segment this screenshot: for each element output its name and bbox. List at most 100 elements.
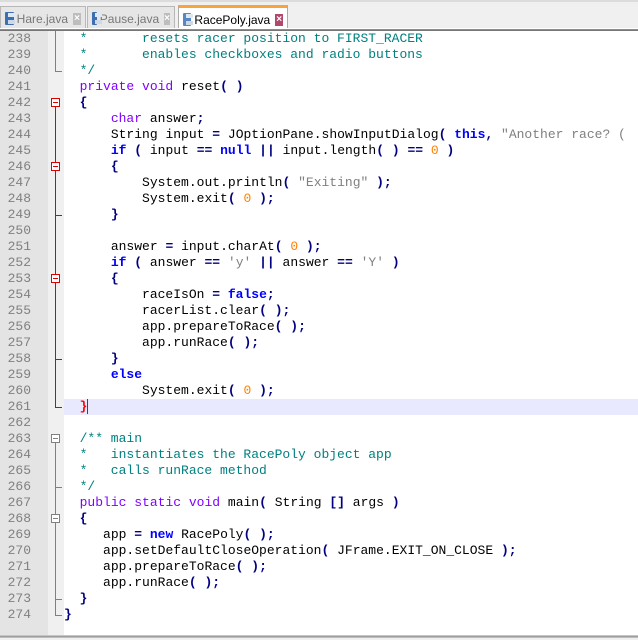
code-text: System.exit( 0 );: [142, 191, 275, 206]
code-text: {: [110, 159, 119, 174]
line-number: 262: [7, 415, 31, 430]
code-line[interactable]: 269 app = new RacePoly( );: [0, 527, 638, 543]
code-text: }: [79, 591, 88, 606]
code-line[interactable]: 265 * calls runRace method: [0, 463, 638, 479]
tab-bar: Hare.java × Pause.java × RacePoly.java ×: [0, 0, 638, 31]
code-line[interactable]: 243 char answer;: [0, 111, 638, 127]
code-line[interactable]: 240 */: [0, 63, 638, 79]
code-line[interactable]: 260 System.exit( 0 );: [0, 383, 638, 399]
fold-toggle-icon[interactable]: [51, 162, 60, 171]
code-line[interactable]: 247 System.out.println( "Exiting" );: [0, 175, 638, 191]
code-text: String input = JOptionPane.showInputDial…: [110, 127, 626, 142]
save-icon: [5, 12, 15, 25]
tab-label: Pause.java: [99, 11, 160, 26]
code-line[interactable]: 273 }: [0, 591, 638, 607]
tab-label: Hare.java: [16, 11, 69, 26]
fold-end-marker: [55, 359, 62, 360]
code-line[interactable]: 258 }: [0, 351, 638, 367]
code-line[interactable]: 246 {: [0, 159, 638, 175]
line-number: 247: [7, 175, 31, 190]
tab-pause-java[interactable]: Pause.java ×: [87, 6, 175, 30]
code-text: answer = input.charAt( 0 );: [110, 239, 322, 254]
code-text: private void reset( ): [79, 79, 244, 94]
code-line[interactable]: 274}: [0, 607, 638, 623]
code-text: if ( answer == 'y' || answer == 'Y' ): [110, 255, 400, 270]
fold-guide: [55, 31, 56, 71]
code-text: System.out.println( "Exiting" );: [142, 175, 392, 190]
editor-bottom-border: [0, 635, 638, 640]
code-line[interactable]: 239 * enables checkboxes and radio butto…: [0, 47, 638, 63]
code-text: else: [110, 367, 143, 382]
code-line[interactable]: 263 /** main: [0, 431, 638, 447]
fold-end-marker: [55, 599, 62, 600]
line-number: 253: [7, 271, 31, 286]
fold-toggle-icon[interactable]: [51, 98, 60, 107]
code-line[interactable]: 262: [0, 415, 638, 431]
fold-toggle-icon[interactable]: [51, 274, 60, 283]
code-line[interactable]: 264 * instantiates the RacePoly object a…: [0, 447, 638, 463]
code-text: /** main: [64, 431, 143, 446]
close-icon[interactable]: ×: [73, 12, 81, 25]
close-icon[interactable]: ×: [275, 13, 283, 26]
line-number: 265: [7, 463, 31, 478]
code-text: {: [79, 511, 88, 526]
line-number: 273: [7, 591, 31, 606]
code-line[interactable]: 268 {: [0, 511, 638, 527]
code-line[interactable]: 249 }: [0, 207, 638, 223]
code-text: System.exit( 0 );: [142, 383, 275, 398]
close-icon[interactable]: ×: [164, 12, 170, 25]
line-number: 272: [7, 575, 31, 590]
code-line[interactable]: 245 if ( input == null || input.length( …: [0, 143, 638, 159]
code-editor[interactable]: 238 * resets racer position to FIRST_RAC…: [0, 31, 638, 635]
line-number: 260: [7, 383, 31, 398]
fold-end-marker: [55, 215, 62, 216]
line-number: 249: [7, 207, 31, 222]
line-number: 271: [7, 559, 31, 574]
code-text: }: [64, 399, 638, 415]
code-line[interactable]: 272 app.runRace( );: [0, 575, 638, 591]
line-number: 242: [7, 95, 31, 110]
code-text: * enables checkboxes and radio buttons: [64, 47, 423, 62]
fold-toggle-icon[interactable]: [51, 434, 60, 443]
code-text: app.runRace( );: [103, 575, 221, 590]
code-line[interactable]: 252 if ( answer == 'y' || answer == 'Y' …: [0, 255, 638, 271]
code-line[interactable]: 270 app.setDefaultCloseOperation( JFrame…: [0, 543, 638, 559]
line-number: 264: [7, 447, 31, 462]
line-number: 241: [7, 79, 31, 94]
save-icon: [92, 12, 102, 25]
fold-toggle-icon[interactable]: [51, 514, 60, 523]
code-line[interactable]: 253 {: [0, 271, 638, 287]
fold-end-marker: [55, 487, 62, 488]
code-text: raceIsOn = false;: [142, 287, 275, 302]
code-line[interactable]: 251 answer = input.charAt( 0 );: [0, 239, 638, 255]
code-line[interactable]: 238 * resets racer position to FIRST_RAC…: [0, 31, 638, 47]
tab-label: RacePoly.java: [194, 12, 271, 27]
line-number: 251: [7, 239, 31, 254]
code-line[interactable]: 254 raceIsOn = false;: [0, 287, 638, 303]
code-line[interactable]: 241 private void reset( ): [0, 79, 638, 95]
code-text: app.prepareToRace( );: [142, 319, 306, 334]
tab-hare-java[interactable]: Hare.java ×: [0, 6, 86, 30]
code-line[interactable]: 256 app.prepareToRace( );: [0, 319, 638, 335]
line-number: 269: [7, 527, 31, 542]
code-text: if ( input == null || input.length( ) ==…: [110, 143, 455, 158]
code-line[interactable]: 250: [0, 223, 638, 239]
fold-end-marker: [55, 615, 62, 616]
code-line[interactable]: 248 System.exit( 0 );: [0, 191, 638, 207]
code-text: app.runRace( );: [142, 335, 260, 350]
code-line[interactable]: 255 racerList.clear( );: [0, 303, 638, 319]
code-text: racerList.clear( );: [142, 303, 291, 318]
code-line[interactable]: 267 public static void main( String [] a…: [0, 495, 638, 511]
code-line[interactable]: 271 app.prepareToRace( );: [0, 559, 638, 575]
code-line[interactable]: 266 */: [0, 479, 638, 495]
code-line[interactable]: 259 else: [0, 367, 638, 383]
code-line[interactable]: 257 app.runRace( );: [0, 335, 638, 351]
line-number: 252: [7, 255, 31, 270]
code-text: }: [110, 351, 119, 366]
code-text: app.setDefaultCloseOperation( JFrame.EXI…: [103, 543, 517, 558]
line-number: 268: [7, 511, 31, 526]
code-line[interactable]: 261 }: [0, 399, 638, 415]
line-number: 248: [7, 191, 31, 206]
code-line[interactable]: 242 {: [0, 95, 638, 111]
code-line[interactable]: 244 String input = JOptionPane.showInput…: [0, 127, 638, 143]
